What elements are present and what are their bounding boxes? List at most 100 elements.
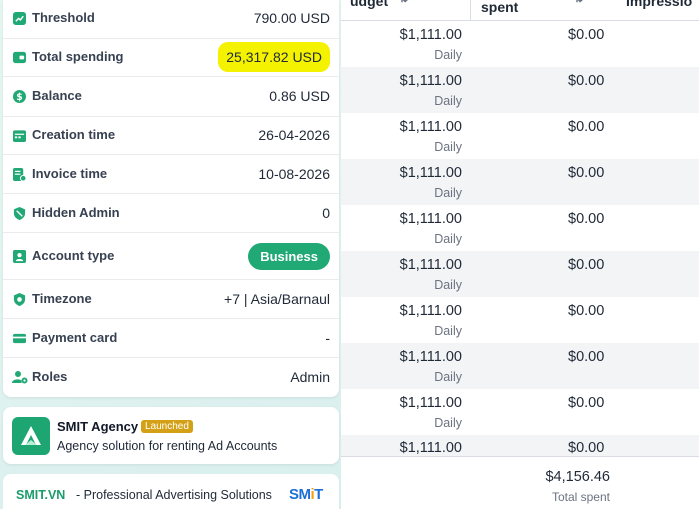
budget-value: $1,111.00	[399, 440, 462, 456]
spent-value: $0.00	[568, 27, 605, 43]
budget-period: Daily	[434, 48, 462, 62]
spent-value: $0.00	[568, 303, 605, 319]
info-row-total-spending: Total spending 25,317.82 USD	[3, 38, 339, 77]
balance-value: 0.86 USD	[269, 88, 330, 104]
roles-label: Roles	[32, 369, 68, 384]
table-row[interactable]: $1,111.00 Daily $0.00	[330, 205, 699, 251]
total-spent-value: $4,156.46	[545, 469, 610, 485]
budget-value: $1,111.00	[399, 257, 462, 273]
info-row-account-type: Account type Business	[3, 232, 339, 280]
budget-value: $1,111.00	[399, 211, 462, 227]
table-row[interactable]: $1,111.00 Daily $0.00	[330, 21, 699, 67]
trend-up-icon	[12, 11, 26, 25]
roles-value: Admin	[290, 369, 330, 385]
budget-value: $1,111.00	[399, 165, 462, 181]
info-row-payment-card: Payment card -	[3, 318, 339, 358]
info-row-roles: Roles Admin	[3, 357, 339, 397]
sort-arrows-icon[interactable]: ⇅	[574, 0, 583, 5]
invoice-time-label: Invoice time	[32, 166, 108, 181]
table-row[interactable]: $1,111.00 $0.00	[330, 435, 699, 456]
creation-time-label: Creation time	[32, 127, 116, 142]
budget-period: Daily	[434, 370, 462, 384]
info-row-threshold: Threshold 790.00 USD	[3, 0, 339, 39]
info-row-balance: $ Balance 0.86 USD	[3, 76, 339, 117]
info-row-hidden-admin: Hidden Admin 0	[3, 193, 339, 233]
credit-card-icon	[12, 331, 26, 345]
svg-text:$: $	[16, 91, 22, 102]
creation-time-value: 26-04-2026	[258, 127, 330, 143]
invoice-time-value: 10-08-2026	[258, 166, 330, 182]
info-row-creation-time: Creation time 26-04-2026	[3, 116, 339, 155]
balance-label: Balance	[32, 88, 82, 103]
account-type-label: Account type	[32, 248, 115, 263]
total-spent-label: Total spent	[551, 490, 610, 504]
budget-period: Daily	[434, 186, 462, 200]
spent-value: $0.00	[568, 257, 605, 273]
smit-logo-part: T	[314, 486, 323, 503]
account-type-badge: Business	[248, 243, 330, 270]
smit-promo-bar[interactable]: SMIT.VN - Professional Advertising Solut…	[3, 474, 339, 509]
spent-value: $0.00	[568, 73, 605, 89]
info-row-timezone: Timezone +7 | Asia/Barnaul	[3, 279, 339, 319]
spent-value: $0.00	[568, 119, 605, 135]
budget-value: $1,111.00	[399, 73, 462, 89]
total-spending-label: Total spending	[32, 49, 124, 64]
smit-agency-card[interactable]: SMIT Agency Launched Agency solution for…	[3, 407, 339, 464]
sort-arrows-icon[interactable]: ⇅	[399, 0, 408, 5]
agency-description: Agency solution for renting Ad Accounts	[57, 439, 278, 453]
agency-title: SMIT Agency	[57, 419, 139, 434]
budget-value: $1,111.00	[399, 27, 462, 43]
budget-value: $1,111.00	[399, 303, 462, 319]
account-details-panel: Threshold 790.00 USD Total spending 25,3…	[0, 0, 341, 509]
smit-logo-part: SM	[289, 486, 311, 503]
budget-value: $1,111.00	[399, 395, 462, 411]
budget-value: $1,111.00	[399, 119, 462, 135]
campaign-table: udget ⇅ spent ⇅ Impressio $1,111.00 Dail…	[330, 0, 699, 510]
user-gear-icon	[12, 370, 28, 384]
column-header-impressions-label: Impressio	[626, 0, 693, 9]
budget-period: Daily	[434, 232, 462, 246]
shield-hidden-icon	[12, 206, 26, 220]
timezone-value: +7 | Asia/Barnaul	[224, 291, 330, 307]
total-spending-value: 25,317.82 USD	[218, 42, 330, 72]
launched-badge: Launched	[141, 420, 193, 433]
table-row[interactable]: $1,111.00 Daily $0.00	[330, 389, 699, 435]
payment-card-label: Payment card	[32, 330, 118, 345]
account-info-card: Threshold 790.00 USD Total spending 25,3…	[3, 0, 339, 397]
table-row[interactable]: $1,111.00 Daily $0.00	[330, 251, 699, 297]
table-row[interactable]: $1,111.00 Daily $0.00	[330, 67, 699, 113]
dollar-circle-icon: $	[12, 89, 26, 103]
promo-brand[interactable]: SMIT.VN	[16, 488, 65, 502]
timezone-label: Timezone	[32, 291, 92, 306]
spent-value: $0.00	[568, 165, 605, 181]
spent-value: $0.00	[568, 211, 605, 227]
budget-value: $1,111.00	[399, 349, 462, 365]
id-card-icon	[12, 249, 26, 263]
spent-value: $0.00	[568, 440, 605, 456]
smit-agency-logo	[12, 417, 50, 455]
info-row-invoice-time: Invoice time 10-08-2026	[3, 154, 339, 194]
promo-tagline: - Professional Advertising Solutions	[76, 488, 272, 502]
account-type-value: Business	[248, 243, 330, 270]
hidden-admin-label: Hidden Admin	[32, 205, 120, 220]
threshold-value: 790.00 USD	[253, 10, 330, 26]
budget-period: Daily	[434, 278, 462, 292]
calendar-icon	[12, 128, 26, 142]
table-row[interactable]: $1,111.00 Daily $0.00	[330, 159, 699, 205]
table-row[interactable]: $1,111.00 Daily $0.00	[330, 113, 699, 159]
table-row[interactable]: $1,111.00 Daily $0.00	[330, 343, 699, 389]
wallet-icon	[12, 50, 26, 64]
column-header-budget[interactable]: udget ⇅	[330, 0, 470, 21]
budget-period: Daily	[434, 416, 462, 430]
payment-card-value: -	[325, 330, 330, 346]
column-header-spent-label: spent	[481, 0, 519, 15]
smit-logo: SMiT	[289, 486, 323, 503]
threshold-label: Threshold	[32, 10, 95, 25]
budget-period: Daily	[434, 140, 462, 154]
shield-clock-icon	[12, 292, 26, 306]
table-row[interactable]: $1,111.00 Daily $0.00	[330, 297, 699, 343]
column-header-amount-spent[interactable]: spent ⇅	[470, 0, 618, 21]
column-header-budget-label: udget	[350, 0, 389, 9]
column-header-impressions[interactable]: Impressio	[617, 0, 699, 21]
spent-value: $0.00	[568, 349, 605, 365]
